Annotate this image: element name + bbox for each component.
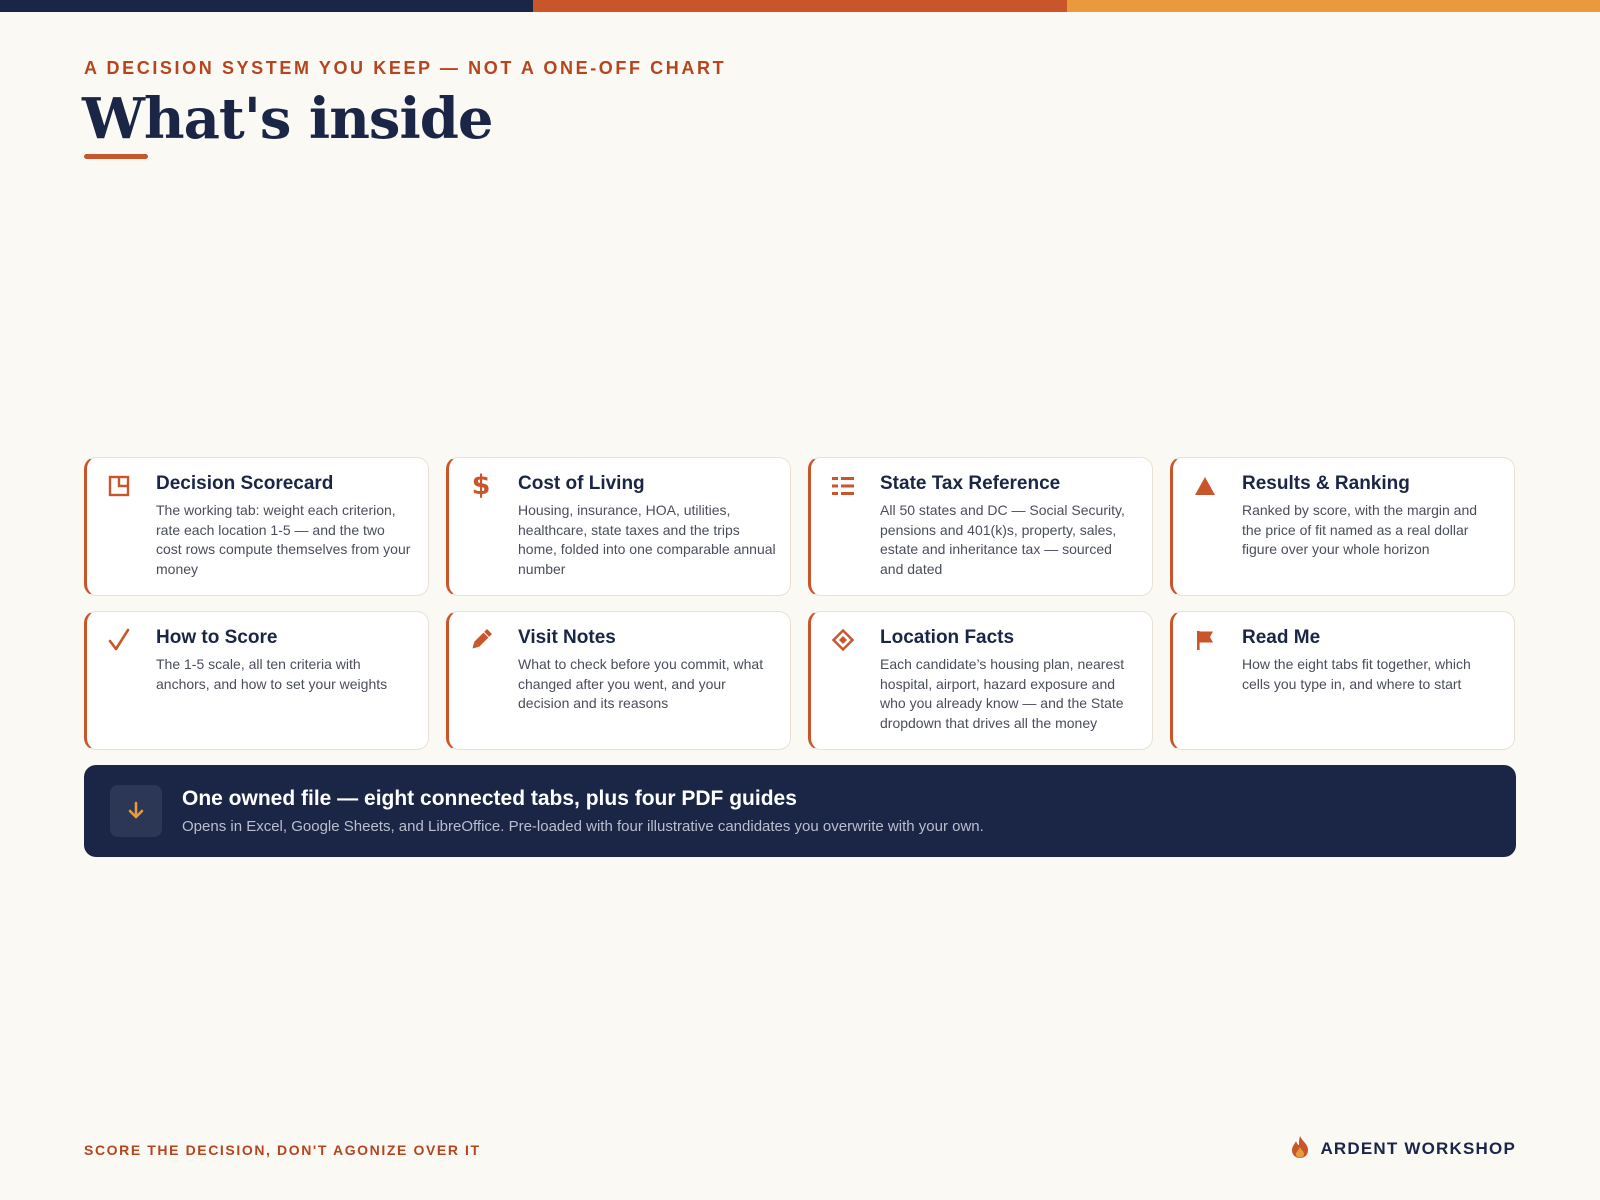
card-title: Visit Notes <box>518 627 616 648</box>
card-title: How to Score <box>156 627 278 648</box>
title-underline <box>84 154 148 159</box>
footer-brand: ARDENT WORKSHOP <box>1290 1135 1516 1163</box>
checkmark-icon <box>105 626 133 654</box>
brand-name: ARDENT WORKSHOP <box>1320 1139 1516 1158</box>
card-title: Decision Scorecard <box>156 473 334 494</box>
card-decision-scorecard: Decision Scorecard The working tab: weig… <box>84 457 429 596</box>
list-icon <box>829 472 857 500</box>
banner-title: One owned file — eight connected tabs, p… <box>182 787 797 810</box>
top-accent-bar <box>0 0 1600 12</box>
diamond-icon <box>829 626 857 654</box>
top-bar-navy-segment <box>0 0 534 12</box>
top-bar-rust-segment <box>533 0 1067 12</box>
card-results-ranking: Results & Ranking Ranked by score, with … <box>1170 457 1515 596</box>
card-title: State Tax Reference <box>880 473 1061 494</box>
card-title: Results & Ranking <box>1242 473 1410 494</box>
card-description: The working tab: weight each criterion, … <box>156 502 411 577</box>
eyebrow-text: A DECISION SYSTEM YOU KEEP — NOT A ONE-O… <box>84 58 727 78</box>
card-description: Each candidate’s housing plan, nearest h… <box>880 656 1125 731</box>
card-title: Location Facts <box>880 627 1015 648</box>
card-location-facts: Location Facts Each candidate’s housing … <box>808 611 1153 750</box>
card-description: The 1-5 scale, all ten criteria with anc… <box>156 656 388 692</box>
card-read-me: Read Me How the eight tabs fit together,… <box>1170 611 1515 750</box>
triangle-icon <box>1191 472 1219 500</box>
top-bar-amber-segment <box>1066 0 1600 12</box>
download-banner: One owned file — eight connected tabs, p… <box>84 765 1516 857</box>
download-arrow-icon <box>110 785 162 837</box>
scorecard-icon <box>105 472 133 500</box>
card-description: How the eight tabs fit together, which c… <box>1242 656 1471 692</box>
flame-logo-icon <box>1290 1135 1310 1164</box>
card-description: What to check before you commit, what ch… <box>518 656 764 711</box>
card-cost-of-living: $ Cost of Living Housing, insurance, HOA… <box>446 457 791 596</box>
card-title: Cost of Living <box>518 473 645 494</box>
card-how-to-score: How to Score The 1-5 scale, all ten crit… <box>84 611 429 750</box>
card-title: Read Me <box>1242 627 1321 648</box>
footer-tagline: SCORE THE DECISION, DON'T AGONIZE OVER I… <box>84 1142 481 1158</box>
feature-card-grid: Decision Scorecard The working tab: weig… <box>84 457 1516 750</box>
card-state-tax-reference: State Tax Reference All 50 states and DC… <box>808 457 1153 596</box>
card-description: All 50 states and DC — Social Security, … <box>880 502 1125 577</box>
pencil-icon <box>467 626 495 654</box>
card-visit-notes: Visit Notes What to check before you com… <box>446 611 791 750</box>
flag-icon <box>1191 626 1219 654</box>
card-description: Housing, insurance, HOA, utilities, heal… <box>518 502 776 577</box>
banner-subtitle: Opens in Excel, Google Sheets, and Libre… <box>182 818 984 835</box>
card-description: Ranked by score, with the margin and the… <box>1242 502 1478 557</box>
dollar-icon: $ <box>471 470 491 501</box>
page-title: What's inside <box>82 86 493 152</box>
